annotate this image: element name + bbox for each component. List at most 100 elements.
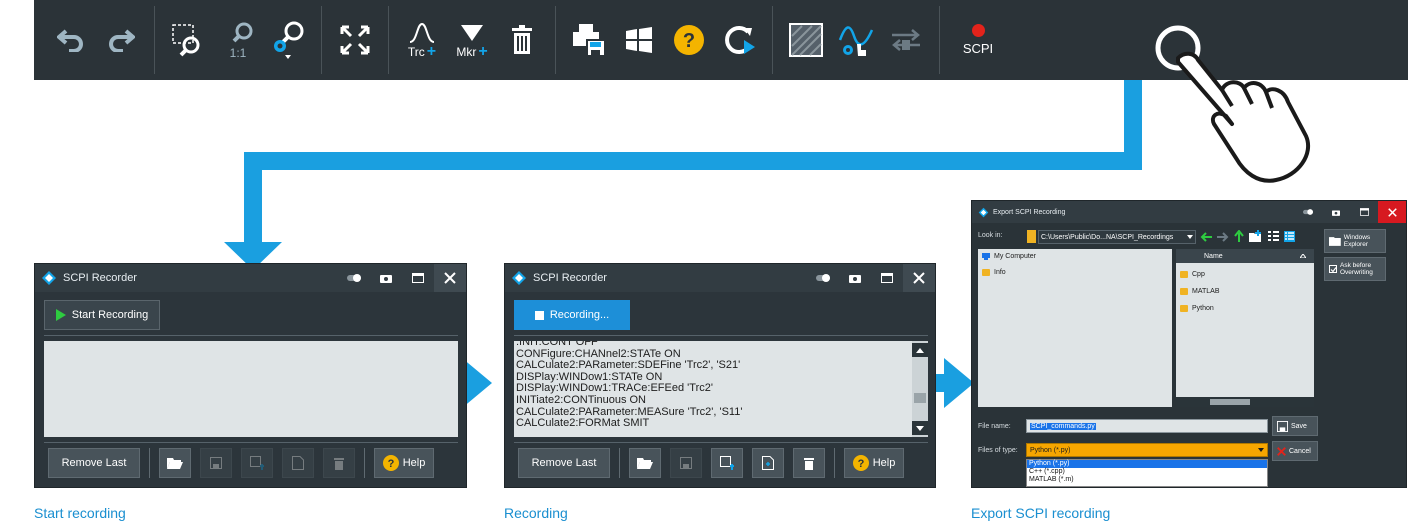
camera-icon: [380, 275, 392, 283]
scpi-recorder-dialog-recording: SCPI Recorder Recording... :INIT:CONT OF…: [504, 263, 936, 488]
file-type-select[interactable]: Python (*.py): [1026, 443, 1268, 457]
my-computer-item[interactable]: My Computer: [982, 253, 1036, 260]
folder-item-cpp[interactable]: Cpp: [1180, 271, 1205, 278]
remove-last-button[interactable]: Remove Last: [48, 448, 140, 478]
screenshot-button[interactable]: [370, 264, 402, 292]
scpi-record-icon: [971, 24, 985, 37]
horizontal-scrollbar[interactable]: [1176, 397, 1314, 407]
scpi-recorder-dialog-idle: SCPI Recorder Start Recording Remove Las…: [34, 263, 467, 488]
file-list-pane[interactable]: Name Cpp MATLAB Python: [1176, 249, 1314, 407]
scpi-record-button[interactable]: SCPI: [948, 10, 1008, 70]
maximize-button[interactable]: [871, 264, 903, 292]
touch-button[interactable]: [831, 10, 881, 70]
add-marker-button[interactable]: Mkr +: [447, 10, 497, 70]
back-arrow-icon[interactable]: [1200, 232, 1212, 242]
open-button[interactable]: [159, 448, 191, 478]
save-label: Save: [1291, 422, 1307, 430]
maximize-button[interactable]: [402, 264, 434, 292]
look-in-path-select[interactable]: C:\Users\Public\Do...NA\SCPI_Recordings: [1038, 230, 1196, 244]
scroll-thumb[interactable]: [914, 393, 926, 403]
undo-button[interactable]: [46, 10, 96, 70]
zoom-window-button[interactable]: [163, 10, 213, 70]
name-column-header[interactable]: Name: [1176, 249, 1314, 263]
scroll-down-arrow[interactable]: [912, 421, 928, 435]
delete-all-button[interactable]: [793, 448, 825, 478]
recording-button[interactable]: Recording...: [514, 300, 630, 330]
add-trace-button[interactable]: Trc +: [397, 10, 447, 70]
start-recording-button[interactable]: Start Recording: [44, 300, 160, 330]
new-folder-icon[interactable]: [1249, 230, 1263, 242]
toggle-button[interactable]: [338, 264, 370, 292]
trash-icon: [804, 457, 814, 470]
divider: [44, 335, 458, 336]
zoom-1to1-button[interactable]: 1:1: [213, 10, 263, 70]
save-as-button[interactable]: [711, 448, 743, 478]
recorded-command-line[interactable]: CALCulate2:FORMat SMIT: [516, 418, 912, 430]
transfer-icon: [892, 29, 920, 51]
cancel-button[interactable]: Cancel: [1272, 441, 1318, 461]
save-button[interactable]: [670, 448, 702, 478]
file-type-option[interactable]: C++ (*.cpp): [1027, 468, 1267, 476]
windows-explorer-button[interactable]: Windows Explorer: [1324, 229, 1386, 253]
command-list-scrollbar[interactable]: [912, 341, 928, 437]
recording-label: Recording...: [549, 309, 610, 321]
places-pane[interactable]: My Computer Info: [978, 249, 1172, 407]
info-item[interactable]: Info: [982, 269, 1006, 276]
detail-view-icon[interactable]: [1284, 231, 1295, 242]
maximize-icon: [412, 273, 424, 283]
file-type-value: Python (*.py): [1030, 446, 1071, 454]
new-file-button[interactable]: [752, 448, 784, 478]
help-button[interactable]: ?: [664, 10, 714, 70]
windows-button[interactable]: [614, 10, 664, 70]
delete-button[interactable]: [497, 10, 547, 70]
connector-arrow-2-head: [944, 358, 974, 408]
ask-overwrite-label: Ask before Overwriting: [1340, 262, 1373, 276]
new-file-button[interactable]: [282, 448, 314, 478]
look-in-path: C:\Users\Public\Do...NA\SCPI_Recordings: [1041, 233, 1174, 241]
help-dialog-button[interactable]: ? Help: [374, 448, 434, 478]
save-as-button[interactable]: [241, 448, 273, 478]
folder-item-python[interactable]: Python: [1180, 305, 1214, 312]
scroll-up-arrow[interactable]: [912, 343, 928, 357]
pointing-hand-icon: [1155, 25, 1310, 183]
toggle-button[interactable]: [807, 264, 839, 292]
up-folder-icon[interactable]: [1234, 230, 1244, 242]
save-button[interactable]: [200, 448, 232, 478]
open-button[interactable]: [629, 448, 661, 478]
screenshot-button[interactable]: [839, 264, 871, 292]
caption-recording: Recording: [504, 505, 568, 521]
screenshot-button[interactable]: [1322, 201, 1350, 223]
list-view-icon[interactable]: [1268, 231, 1279, 242]
recorded-command-line[interactable]: INITiate2:CONTinuous ON: [516, 394, 912, 407]
close-button[interactable]: [434, 264, 466, 292]
delete-all-button[interactable]: [323, 448, 355, 478]
command-list[interactable]: [44, 341, 458, 437]
toggle-icon: [816, 274, 830, 282]
redo-button[interactable]: [96, 10, 146, 70]
dialog-bottom-bar: Remove Last ? Help: [48, 448, 458, 478]
fullscreen-button[interactable]: [330, 10, 380, 70]
display-button[interactable]: [781, 10, 831, 70]
toggle-button[interactable]: [1294, 201, 1322, 223]
file-type-option[interactable]: MATLAB (*.m): [1027, 476, 1267, 484]
zoom-config-button[interactable]: [263, 10, 313, 70]
forward-arrow-icon[interactable]: [1217, 232, 1229, 242]
file-type-dropdown-list[interactable]: Python (*.py) C++ (*.cpp) MATLAB (*.m): [1026, 459, 1268, 487]
file-type-option[interactable]: Python (*.py): [1027, 460, 1267, 468]
command-list[interactable]: :INIT:CONT OFF CONFigure:CHANnel2:STATe O…: [514, 341, 912, 437]
remove-last-button[interactable]: Remove Last: [518, 448, 610, 478]
close-button[interactable]: [1378, 201, 1406, 223]
scroll-thumb[interactable]: [1210, 399, 1250, 405]
close-button[interactable]: [903, 264, 935, 292]
transfer-button[interactable]: [881, 10, 931, 70]
connector-vertical-2: [244, 152, 262, 244]
folder-item-matlab[interactable]: MATLAB: [1180, 288, 1220, 295]
help-dialog-button[interactable]: ? Help: [844, 448, 904, 478]
ask-overwrite-checkbox[interactable]: Ask before Overwriting: [1324, 257, 1386, 281]
save-button[interactable]: Save: [1272, 416, 1318, 436]
restart-button[interactable]: [714, 10, 764, 70]
maximize-button[interactable]: [1350, 201, 1378, 223]
computer-icon: [982, 253, 990, 260]
file-name-input[interactable]: SCPI_commands.py: [1026, 419, 1268, 433]
print-save-button[interactable]: [564, 10, 614, 70]
